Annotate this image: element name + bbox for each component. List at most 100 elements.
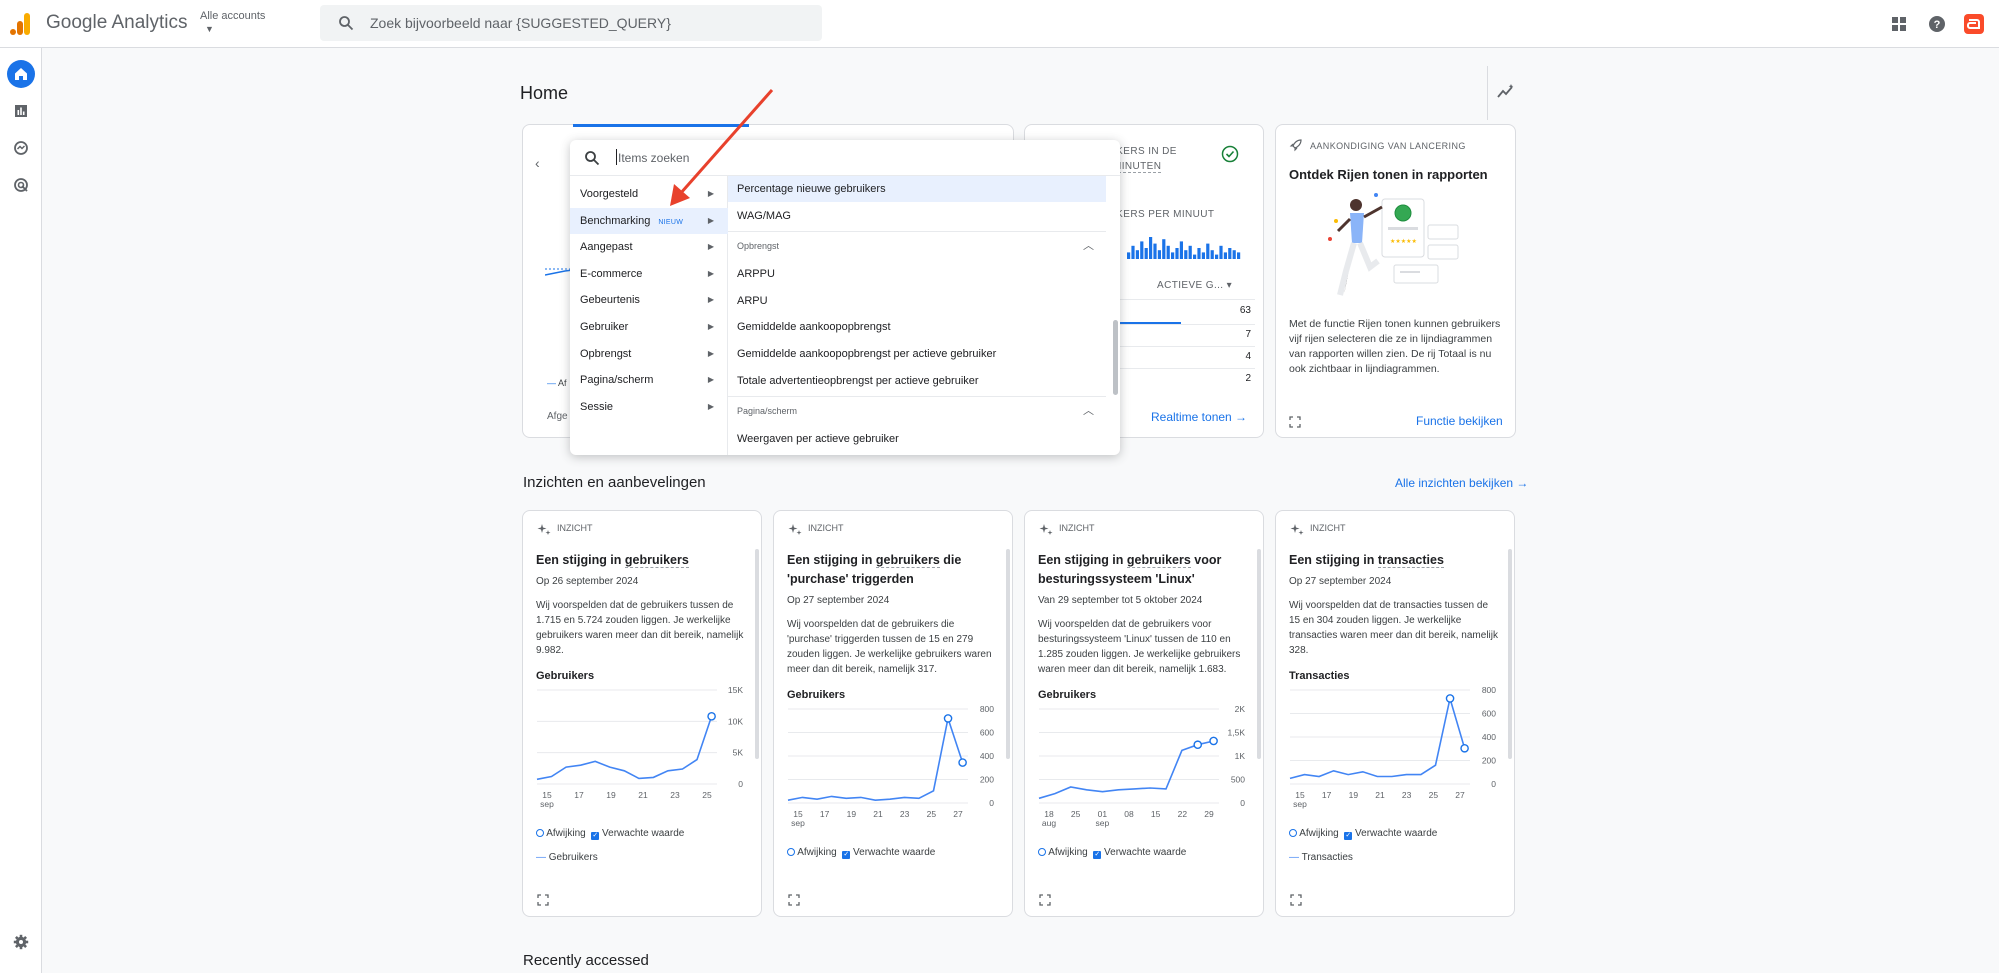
- checkbox-checked-icon[interactable]: ✓: [1093, 851, 1102, 859]
- all-insights-link[interactable]: Alle inzichten bekijken →: [1395, 476, 1528, 490]
- series-line: [1038, 740, 1214, 800]
- y-tick-label: 600: [1482, 709, 1496, 719]
- insights-trend-icon[interactable]: [1496, 82, 1516, 102]
- insight-legend: Afwijking ✓ Verwachte waarde: [1038, 847, 1186, 859]
- metric-search-field[interactable]: Items zoeken: [570, 140, 1120, 176]
- account-avatar-icon[interactable]: [1962, 12, 1986, 36]
- realtime-bar: [1201, 252, 1205, 259]
- legend-expected-label: Verwachte waarde: [853, 847, 936, 858]
- expand-icon[interactable]: [1289, 416, 1301, 428]
- category-item[interactable]: Opbrengst ▶: [570, 341, 728, 367]
- nav-advertising[interactable]: [7, 171, 35, 199]
- anomaly-point[interactable]: [1445, 694, 1455, 703]
- expand-icon[interactable]: [1039, 894, 1051, 906]
- metric-item[interactable]: WAG/MAG: [728, 203, 1106, 229]
- anomaly-point[interactable]: [943, 714, 953, 723]
- legend-expected-label: Verwachte waarde: [1104, 847, 1187, 858]
- caret-down-icon: ▼: [205, 24, 214, 34]
- card-scrollbar[interactable]: [1508, 549, 1512, 759]
- nav-reports[interactable]: [7, 97, 35, 125]
- insight-title[interactable]: Een stijging in gebruikers: [536, 551, 746, 570]
- legend-anomaly-label: Afwijking: [797, 847, 837, 858]
- anomaly-point[interactable]: [1460, 743, 1469, 753]
- x-tick-label: 15: [1151, 809, 1161, 819]
- insight-line-chart: 800600400200015 17 19 21 23 25 27sep: [1289, 685, 1496, 809]
- metric-item[interactable]: Totale advertentieopbrengst per actieve …: [728, 368, 1106, 394]
- insight-legend: Afwijking ✓ Verwachte waarde: [1289, 828, 1437, 840]
- category-item-label: Aangepast: [580, 241, 633, 254]
- insight-title[interactable]: Een stijging in gebruikers voor besturin…: [1038, 551, 1248, 589]
- global-search-bar[interactable]: Zoek bijvoorbeeld naar {SUGGESTED_QUERY}: [320, 5, 822, 41]
- account-selector[interactable]: Alle accounts ▼: [200, 10, 266, 34]
- category-item[interactable]: Pagina/scherm ▶: [570, 367, 728, 393]
- card-scrollbar[interactable]: [1006, 549, 1010, 759]
- insight-card[interactable]: INZICHT Een stijging in gebruikers die '…: [773, 510, 1013, 917]
- brand-title[interactable]: Google Analytics: [46, 12, 188, 34]
- chevron-left-icon[interactable]: ‹: [535, 155, 540, 171]
- metric-item[interactable]: ARPPU: [728, 261, 1106, 287]
- checkbox-checked-icon[interactable]: ✓: [1344, 832, 1353, 840]
- insight-title[interactable]: Een stijging in gebruikers die 'purchase…: [787, 551, 997, 589]
- category-item[interactable]: E-commerce ▶: [570, 261, 728, 287]
- category-item[interactable]: Sessie ▶: [570, 394, 728, 420]
- realtime-value-4: 2: [1245, 373, 1251, 384]
- metric-item[interactable]: ARPU: [728, 288, 1106, 314]
- category-item[interactable]: Aangepast ▶: [570, 234, 728, 260]
- category-item-label: Gebruiker: [580, 321, 629, 333]
- metric-item[interactable]: Weergaven per actieve gebruiker: [728, 426, 1106, 452]
- announcement-link[interactable]: Functie bekijken: [1416, 414, 1503, 428]
- insight-card[interactable]: INZICHT Een stijging in gebruikers voor …: [1024, 510, 1264, 917]
- nav-explore[interactable]: [7, 134, 35, 162]
- announcement-illustration: ★★★★★: [1328, 193, 1459, 296]
- anomaly-point[interactable]: [1209, 736, 1218, 746]
- metric-group-header[interactable]: Pagina/scherm ︿: [728, 396, 1106, 424]
- card-scrollbar[interactable]: [1257, 549, 1261, 759]
- realtime-value-3: 4: [1245, 351, 1251, 362]
- bar-chart-icon: [15, 105, 27, 117]
- x-tick-sublabel: sep: [540, 799, 554, 809]
- realtime-bar: [1232, 250, 1236, 259]
- realtime-bar: [1184, 250, 1188, 259]
- realtime-link[interactable]: Realtime tonen →: [1151, 410, 1247, 424]
- header-divider: [1487, 66, 1488, 120]
- series-line: [1289, 698, 1466, 780]
- legend-expected-label: Verwachte waarde: [1355, 828, 1438, 839]
- anomaly-point[interactable]: [1193, 740, 1203, 750]
- insight-tag: INZICHT: [1059, 523, 1095, 533]
- insight-title[interactable]: Een stijging in transacties: [1289, 551, 1499, 570]
- insight-card[interactable]: INZICHT Een stijging in gebruikers Op 26…: [522, 510, 762, 917]
- x-tick-label: 29: [1204, 809, 1214, 819]
- chevron-right-icon: ▶: [707, 401, 714, 411]
- nav-home[interactable]: [7, 60, 35, 88]
- checkbox-checked-icon[interactable]: ✓: [842, 851, 851, 859]
- x-tick-sublabel: sep: [1095, 818, 1109, 828]
- realtime-bar: [1135, 250, 1139, 259]
- checkbox-checked-icon[interactable]: ✓: [591, 832, 600, 840]
- realtime-bar: [1210, 250, 1214, 259]
- dropdown-scrollbar[interactable]: [1113, 320, 1118, 395]
- insight-card[interactable]: INZICHT Een stijging in transacties Op 2…: [1275, 510, 1515, 917]
- nav-admin[interactable]: [7, 928, 35, 956]
- y-tick-label: 200: [1482, 756, 1496, 766]
- apps-grid-icon[interactable]: [1887, 12, 1911, 36]
- anomaly-point[interactable]: [958, 758, 967, 767]
- help-icon[interactable]: ?: [1925, 12, 1949, 36]
- expand-icon[interactable]: [1290, 894, 1302, 906]
- metric-group-header[interactable]: Opbrengst ︿: [728, 231, 1106, 259]
- expand-icon[interactable]: [537, 894, 549, 906]
- realtime-column-header[interactable]: ACTIEVE G... ▾: [1157, 280, 1232, 291]
- annotation-arrow: [670, 89, 774, 206]
- category-item[interactable]: Gebruiker ▶: [570, 314, 728, 340]
- anomaly-legend-icon: [787, 848, 795, 856]
- google-analytics-logo[interactable]: [10, 13, 30, 35]
- metric-item[interactable]: Percentage nieuwe gebruikers: [728, 176, 1106, 202]
- category-item[interactable]: Gebeurtenis ▶: [570, 287, 728, 313]
- account-selector-label: Alle accounts: [200, 10, 266, 22]
- series-line: [536, 716, 713, 781]
- metric-item[interactable]: Gemiddelde aankoopopbrengst: [728, 314, 1106, 340]
- insight-date: Op 26 september 2024: [536, 576, 639, 587]
- expand-icon[interactable]: [788, 894, 800, 906]
- metric-item[interactable]: Gemiddelde aankoopopbrengst per actieve …: [728, 341, 1106, 367]
- card-scrollbar[interactable]: [755, 549, 759, 759]
- anomaly-point[interactable]: [707, 712, 716, 721]
